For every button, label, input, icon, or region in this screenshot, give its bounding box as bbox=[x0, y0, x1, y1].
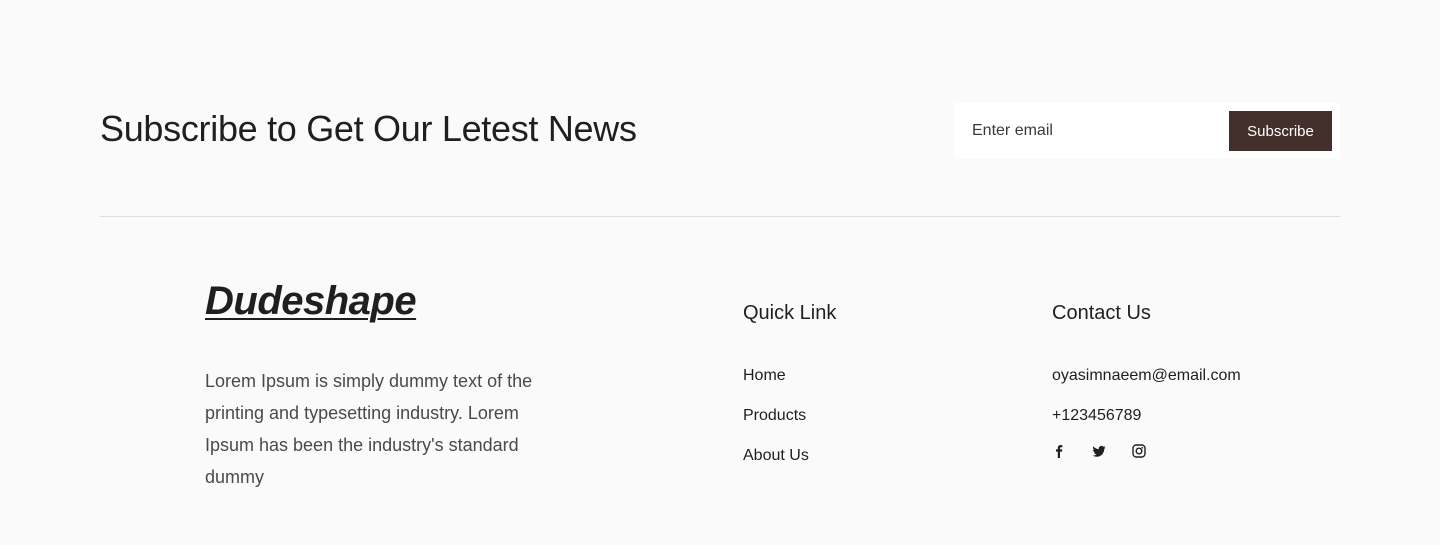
contact-email[interactable]: oyasimnaeem@email.com bbox=[1052, 364, 1241, 404]
quick-link-list: Home Products About Us bbox=[743, 364, 809, 484]
nav-link-products[interactable]: Products bbox=[743, 407, 806, 424]
nav-link-about-us[interactable]: About Us bbox=[743, 447, 809, 464]
brand-logo[interactable]: Dudeshape bbox=[205, 279, 417, 324]
contact-list: oyasimnaeem@email.com +123456789 bbox=[1052, 364, 1241, 444]
twitter-icon[interactable] bbox=[1092, 443, 1106, 459]
divider bbox=[100, 216, 1340, 217]
subscribe-form: Subscribe bbox=[954, 103, 1340, 159]
nav-link-home[interactable]: Home bbox=[743, 367, 786, 384]
social-links bbox=[1052, 443, 1146, 459]
contact-phone[interactable]: +123456789 bbox=[1052, 404, 1241, 444]
list-item: About Us bbox=[743, 444, 809, 484]
subscribe-title: Subscribe to Get Our Letest News bbox=[100, 108, 637, 149]
subscribe-button[interactable]: Subscribe bbox=[1229, 111, 1332, 151]
quick-link-title: Quick Link bbox=[743, 302, 837, 324]
list-item: Products bbox=[743, 404, 809, 444]
list-item: Home bbox=[743, 364, 809, 404]
email-input[interactable] bbox=[954, 103, 1224, 159]
instagram-icon[interactable] bbox=[1132, 443, 1146, 459]
about-description: Lorem Ipsum is simply dummy text of the … bbox=[205, 371, 533, 487]
contact-title: Contact Us bbox=[1052, 302, 1151, 324]
facebook-icon[interactable] bbox=[1052, 443, 1066, 459]
